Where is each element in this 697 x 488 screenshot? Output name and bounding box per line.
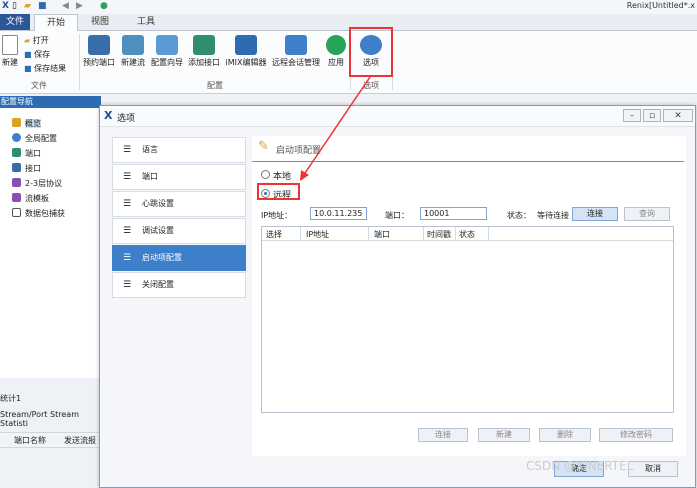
arrow-head: [300, 170, 309, 181]
watermark: CSDN @XINERTEL: [526, 459, 634, 473]
arrow-line: [302, 76, 371, 177]
annotation-arrow: [300, 76, 371, 181]
